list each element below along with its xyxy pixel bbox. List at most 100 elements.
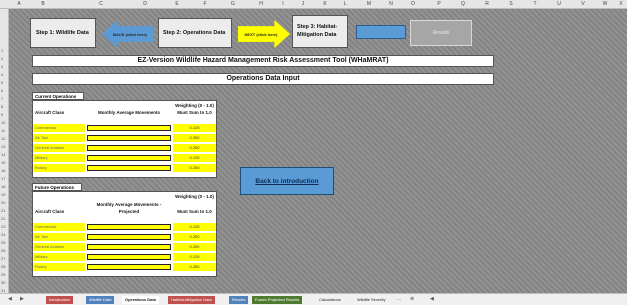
row-header[interactable]: 18 xyxy=(1,184,5,189)
tab-future-projected-results[interactable]: Future-Projected Results xyxy=(252,296,303,304)
monthly-movements-input[interactable] xyxy=(87,125,171,131)
projected-movements-input[interactable] xyxy=(87,244,171,250)
row-header[interactable]: 17 xyxy=(1,176,5,181)
col-header[interactable]: M xyxy=(364,1,374,7)
row-header[interactable]: 28 xyxy=(1,264,5,269)
row-header[interactable]: 3 xyxy=(1,64,3,69)
col-header[interactable]: I xyxy=(278,1,288,7)
row-header[interactable]: 12 xyxy=(1,136,5,141)
weighting-cell[interactable]: 0.125 xyxy=(173,223,216,231)
weighting-cell[interactable]: 0.125 xyxy=(173,124,216,132)
col-header[interactable]: L xyxy=(340,1,350,7)
tab-scroll-left-icon[interactable]: ◀ xyxy=(8,296,12,302)
col-header[interactable]: F xyxy=(200,1,210,7)
back-to-introduction-button[interactable]: Back to introduction xyxy=(240,167,334,195)
table-row: Rotary 0.250 xyxy=(33,263,216,271)
row-header[interactable]: 9 xyxy=(1,112,3,117)
tab-operations-data[interactable]: Operations Data xyxy=(122,296,159,304)
row-header[interactable]: 5 xyxy=(1,80,3,85)
col-header[interactable]: S xyxy=(506,1,516,7)
col-header[interactable]: X xyxy=(616,1,626,7)
tab-wildlife-data[interactable]: Wildlife Data xyxy=(86,296,115,304)
col-header[interactable]: B xyxy=(38,1,48,7)
col-header[interactable]: J xyxy=(298,1,308,7)
row-header[interactable]: 22 xyxy=(1,216,5,221)
col-header[interactable]: C xyxy=(96,1,106,7)
col-header[interactable]: N xyxy=(386,1,396,7)
weighting-cell[interactable]: 0.250 xyxy=(173,263,216,271)
row-header[interactable]: 7 xyxy=(1,96,3,101)
monthly-movements-input[interactable] xyxy=(87,135,171,141)
col-header[interactable]: Q xyxy=(458,1,468,7)
back-arrow-button[interactable]: BACK (click here) xyxy=(102,20,154,48)
weighting-cell[interactable]: 0.250 xyxy=(173,164,216,172)
col-header[interactable]: W xyxy=(600,1,610,7)
row-header[interactable]: 19 xyxy=(1,192,5,197)
weighting-cell[interactable]: 0.125 xyxy=(173,154,216,162)
weighting-cell[interactable]: 0.250 xyxy=(173,144,216,152)
row-header[interactable]: 6 xyxy=(1,88,3,93)
tab-calculations[interactable]: Calculations xyxy=(316,296,344,304)
col-header[interactable]: E xyxy=(172,1,182,7)
weighting-cell[interactable]: 0.250 xyxy=(173,134,216,142)
col-header[interactable]: H xyxy=(256,1,266,7)
row-header[interactable]: 11 xyxy=(1,128,5,133)
col-header[interactable]: O xyxy=(408,1,418,7)
col-header[interactable]: P xyxy=(434,1,444,7)
monthly-movements-input[interactable] xyxy=(87,145,171,151)
col-header[interactable]: D xyxy=(140,1,150,7)
col-header[interactable]: A xyxy=(14,1,24,7)
step1-wildlife-data-button[interactable]: Step 1: Wildlife Data xyxy=(30,18,96,48)
future-movements-header-1: Monthly Average Movements - xyxy=(96,202,162,207)
step3-habitat-mitigation-button[interactable]: Step 3: Habitat-Mitigation Data xyxy=(292,15,348,48)
page-title: Operations Data Input xyxy=(32,73,494,85)
next-arrow-button[interactable]: NEXT (click here) xyxy=(238,20,290,48)
tab-habitat-mitigation-data[interactable]: Habitat-Mitigation Data xyxy=(168,296,215,304)
add-sheet-icon[interactable]: ⊕ xyxy=(410,296,414,302)
weighting-cell[interactable]: 0.250 xyxy=(173,233,216,241)
tab-results[interactable]: Results xyxy=(229,296,249,304)
tab-introduction[interactable]: Introduction xyxy=(46,296,73,304)
projected-movements-input[interactable] xyxy=(87,224,171,230)
tab-scroll-right-icon[interactable]: ▶ xyxy=(20,296,24,302)
row-header[interactable]: 26 xyxy=(1,248,5,253)
row-header[interactable]: 1 xyxy=(1,48,3,53)
col-header[interactable]: T xyxy=(530,1,540,7)
row-headers: 1 2 3 4 5 6 7 8 9 10 11 12 13 14 15 16 1… xyxy=(0,9,9,301)
projected-movements-input[interactable] xyxy=(87,264,171,270)
monthly-movements-input[interactable] xyxy=(87,165,171,171)
row-header[interactable]: 20 xyxy=(1,200,5,205)
table-row: Air Taxi 0.250 xyxy=(33,233,216,241)
row-header[interactable]: 10 xyxy=(1,120,5,125)
future-class-header: Aircraft Class xyxy=(35,209,65,214)
tab-wildlife-severity[interactable]: Wildlife Severity xyxy=(354,296,389,304)
row-header[interactable]: 16 xyxy=(1,168,5,173)
row-header[interactable]: 21 xyxy=(1,208,5,213)
col-header[interactable]: R xyxy=(482,1,492,7)
more-tabs-icon[interactable]: ... xyxy=(397,296,401,302)
row-header[interactable]: 2 xyxy=(1,56,3,61)
row-header[interactable]: 27 xyxy=(1,256,5,261)
row-header[interactable]: 30 xyxy=(1,280,5,285)
row-header[interactable]: 13 xyxy=(1,144,5,149)
row-header[interactable]: 15 xyxy=(1,160,5,165)
projected-movements-input[interactable] xyxy=(87,234,171,240)
row-header[interactable]: 24 xyxy=(1,232,5,237)
col-header[interactable]: G xyxy=(228,1,238,7)
weighting-cell[interactable]: 0.250 xyxy=(173,243,216,251)
row-header[interactable]: 4 xyxy=(1,72,3,77)
row-header[interactable]: 23 xyxy=(1,224,5,229)
projected-movements-input[interactable] xyxy=(87,254,171,260)
col-header[interactable]: U xyxy=(554,1,564,7)
row-header[interactable]: 25 xyxy=(1,240,5,245)
results-button[interactable]: Results xyxy=(410,20,472,46)
col-header[interactable]: V xyxy=(578,1,588,7)
row-header[interactable]: 14 xyxy=(1,152,5,157)
monthly-movements-input[interactable] xyxy=(87,155,171,161)
weighting-cell[interactable]: 0.125 xyxy=(173,253,216,261)
row-header[interactable]: 8 xyxy=(1,104,3,109)
row-header[interactable]: 29 xyxy=(1,272,5,277)
future-movements-header-2: Projected xyxy=(118,209,140,214)
col-header[interactable]: K xyxy=(320,1,330,7)
horizontal-scroll-left-icon[interactable]: ◀ xyxy=(430,296,434,302)
